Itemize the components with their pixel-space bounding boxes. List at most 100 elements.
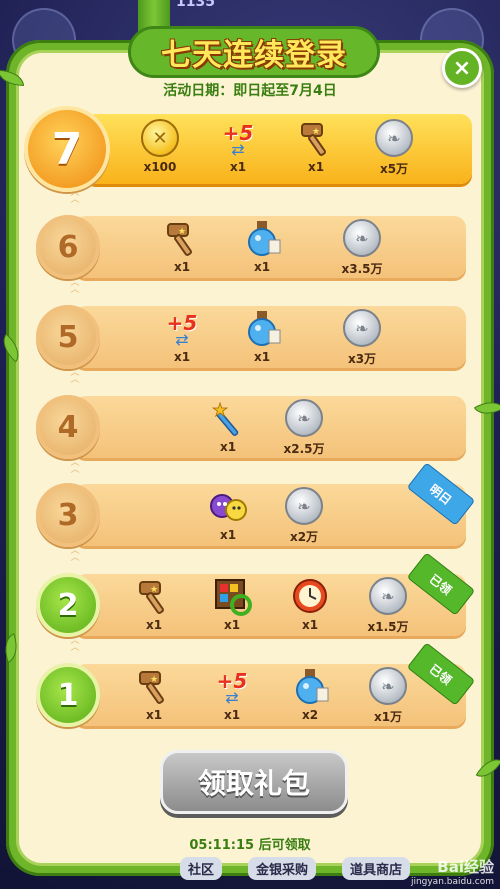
reward-quantity: x1 <box>145 618 163 632</box>
day-connector-chevrons: ︿ ︿ <box>70 188 80 205</box>
day-number-badge: 4 <box>36 395 100 459</box>
silver-coin-icon: ❧ <box>342 218 382 258</box>
day-row-4: 4 ★ x1 ❧ x2.5万 <box>34 392 466 462</box>
reward-quantity: x3万 <box>347 352 377 366</box>
potion-icon <box>242 308 282 348</box>
svg-text:★: ★ <box>212 400 228 421</box>
reward-item: x1 <box>280 576 340 636</box>
clock-icon <box>290 576 330 616</box>
day-bar <box>74 484 466 546</box>
reward-quantity: x1 <box>173 260 191 274</box>
reward-quantity: x2.5万 <box>283 442 325 456</box>
potion-icon <box>290 666 330 706</box>
reward-quantity: x1 <box>301 618 319 632</box>
shuffle-board-icon <box>212 576 252 616</box>
close-button[interactable]: × <box>442 48 482 88</box>
day-row-6: 6 ★ x1 x1 ❧ x3.5万 <box>34 212 466 282</box>
reward-item: ❧ x1.5万 <box>358 576 418 636</box>
reward-item: ❧ x3万 <box>332 308 392 368</box>
silver-coin-icon: ❧ <box>368 666 408 706</box>
reward-quantity: x1 <box>253 260 271 274</box>
reward-quantity: x1 <box>253 350 271 364</box>
reward-quantity: x5万 <box>379 162 409 176</box>
hammer-icon: ★ <box>134 576 174 616</box>
magic-wand-icon: ★ <box>208 398 248 438</box>
plus-five-moves-icon: +5 ⇄ <box>216 669 248 707</box>
reward-item: ★ x1 <box>286 118 346 178</box>
reward-item: +5 ⇄ x1 <box>152 308 212 368</box>
silver-coin-icon: ❧ <box>284 486 324 526</box>
svg-text:★: ★ <box>150 675 158 685</box>
hammer-icon: ★ <box>162 218 202 258</box>
silver-coin-icon: ❧ <box>374 118 414 158</box>
reward-item: ❧ x1万 <box>358 666 418 726</box>
reward-item: ❧ x3.5万 <box>332 218 392 278</box>
reward-item: ★ x1 <box>124 576 184 636</box>
page-title: 七天连续登录 <box>161 38 347 73</box>
reward-quantity: x1 <box>223 708 241 722</box>
reward-quantity: x1 <box>219 528 237 542</box>
reward-item: x2 <box>280 666 340 726</box>
reward-item: x1 <box>232 218 292 278</box>
watermark: Bai经验 jingyan.baidu.com <box>411 856 494 887</box>
day-row-1: 1 ★ x1 +5 ⇄ x1 x2 ❧ x1万 已领 <box>34 642 476 730</box>
tab-community[interactable]: 社区 <box>180 857 223 880</box>
reward-item: ✕ x100 <box>130 118 190 178</box>
reward-item: ★ x1 <box>124 666 184 726</box>
day-connector-chevrons: ︿ ︿ <box>70 636 80 653</box>
title-banner: 七天连续登录 <box>128 26 380 78</box>
gold-coin-icon: ✕ <box>140 118 180 158</box>
reward-quantity: x1 <box>145 708 163 722</box>
reward-item: ❧ x2万 <box>274 486 334 546</box>
event-dates: 活动日期：即日起至7月4日 <box>163 83 337 99</box>
reward-quantity: x2 <box>301 708 319 722</box>
day-number-badge: 6 <box>36 215 100 279</box>
reward-quantity: x1 <box>219 440 237 454</box>
tab-purchase[interactable]: 金银采购 <box>248 857 317 880</box>
monster-pet-icon <box>208 486 248 526</box>
hammer-icon: ★ <box>296 118 336 158</box>
svg-text:★: ★ <box>150 585 158 595</box>
reward-item: +5 ⇄ x1 <box>202 666 262 726</box>
reward-quantity: x3.5万 <box>341 262 383 276</box>
reward-quantity: x100 <box>143 160 177 174</box>
day-row-7: 7 ✕ x100 +5 ⇄ x1 ★ x1 ❧ x5万 <box>24 106 472 192</box>
reward-quantity: x1.5万 <box>367 620 409 634</box>
day-number-badge: 2 <box>36 573 100 637</box>
day-bar <box>74 396 466 458</box>
bottom-tabs: 社区 金银采购 道具商店 <box>180 857 411 880</box>
day-number-badge: 1 <box>36 663 100 727</box>
potion-icon <box>242 218 282 258</box>
svg-text:★: ★ <box>312 127 320 137</box>
day-number-badge: 7 <box>24 106 110 192</box>
silver-coin-icon: ❧ <box>342 308 382 348</box>
day-connector-chevrons: ︿ ︿ <box>70 368 80 385</box>
reward-item: +5 ⇄ x1 <box>208 118 268 178</box>
reward-quantity: x1 <box>173 350 191 364</box>
reward-quantity: x1 <box>229 160 247 174</box>
reward-item: ❧ x5万 <box>364 118 424 178</box>
reward-item: ★ x1 <box>152 218 212 278</box>
claim-gift-button[interactable]: 领取礼包 <box>160 750 348 814</box>
watermark-brand: Bai经验 <box>437 858 494 876</box>
day-number-badge: 3 <box>36 483 100 547</box>
svg-text:★: ★ <box>178 227 186 237</box>
plus-five-moves-icon: +5 ⇄ <box>166 311 198 349</box>
reward-item: x1 <box>198 486 258 546</box>
watermark-url: jingyan.baidu.com <box>410 877 494 887</box>
reward-item: x1 <box>232 308 292 368</box>
silver-coin-icon: ❧ <box>284 398 324 438</box>
countdown-text: 05:11:15 后可领取 <box>189 838 311 853</box>
day-connector-chevrons: ︿ ︿ <box>70 278 80 295</box>
day-connector-chevrons: ︿ ︿ <box>70 458 80 475</box>
day-row-2: 2 ★ x1 x1 x1 ❧ x1.5万 已领 <box>34 552 476 640</box>
day-number-badge: 5 <box>36 305 100 369</box>
hammer-icon: ★ <box>134 666 174 706</box>
day-connector-chevrons: ︿ ︿ <box>70 546 80 563</box>
reward-item: ❧ x2.5万 <box>274 398 334 458</box>
reward-quantity: x1 <box>307 160 325 174</box>
reward-quantity: x1万 <box>373 710 403 724</box>
reward-quantity: x1 <box>223 618 241 632</box>
reward-item: ★ x1 <box>198 398 258 458</box>
tab-shop[interactable]: 道具商店 <box>342 857 411 880</box>
